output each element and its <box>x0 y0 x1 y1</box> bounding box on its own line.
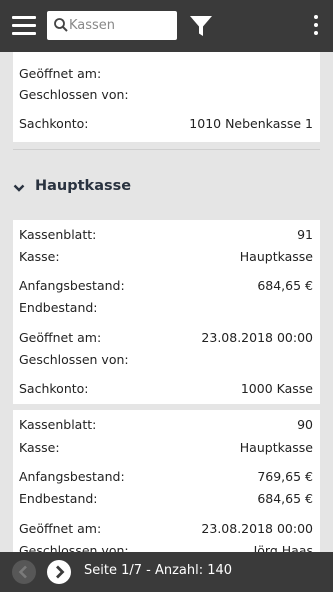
register-label: Kasse: <box>19 249 60 264</box>
register-list[interactable]: Geöffnet am: Geschlossen von: Sachkonto:… <box>0 52 333 552</box>
sheet-row: Kassenblatt: 91 <box>19 225 313 245</box>
closed-by-value: Jörg Haas <box>253 543 313 552</box>
ending-balance-label: Endbestand: <box>19 491 98 506</box>
sheet-value: 91 <box>297 227 313 242</box>
opening-balance-value: 684,65 € <box>257 278 313 293</box>
funnel-icon[interactable] <box>189 14 213 38</box>
ending-balance-row: Endbestand: <box>19 298 313 318</box>
chevron-right-icon <box>56 565 65 579</box>
account-value: 1000 Kasse <box>240 381 313 396</box>
opened-value: 23.08.2018 00:00 <box>201 330 313 345</box>
opened-label: Geöffnet am: <box>19 330 102 345</box>
opened-row: Geöffnet am: <box>19 64 313 84</box>
opened-row: Geöffnet am: 23.08.2018 00:00 <box>19 328 313 348</box>
previous-page-button <box>12 560 36 584</box>
ending-balance-value: 684,65 € <box>257 491 313 506</box>
account-label: Sachkonto: <box>19 381 89 396</box>
register-value: Hauptkasse <box>239 440 313 455</box>
page-info: Seite 1/7 - Anzahl: 140 <box>84 563 233 578</box>
register-label: Kasse: <box>19 440 60 455</box>
account-label: Sachkonto: <box>19 116 89 131</box>
opening-balance-row: Anfangsbestand: 684,65 € <box>19 276 313 296</box>
closed-by-label: Geschlossen von: <box>19 87 129 102</box>
closed-by-label: Geschlossen von: <box>19 352 129 367</box>
next-page-button[interactable] <box>47 560 71 584</box>
sheet-row: Kassenblatt: 90 <box>19 415 313 435</box>
chevron-left-icon <box>18 565 27 579</box>
sheet-label: Kassenblatt: <box>19 227 97 242</box>
opened-value: 23.08.2018 00:00 <box>201 521 313 536</box>
opening-balance-label: Anfangsbestand: <box>19 278 125 293</box>
closed-by-row: Geschlossen von: <box>19 350 313 370</box>
ending-balance-row: Endbestand: 684,65 € <box>19 489 313 509</box>
magnifier-icon <box>54 18 68 32</box>
account-row: Sachkonto: 1010 Nebenkasse 1 <box>19 114 313 134</box>
ending-balance-label: Endbestand: <box>19 300 98 315</box>
opened-row: Geöffnet am: 23.08.2018 00:00 <box>19 519 313 539</box>
pagination-bar: Seite 1/7 - Anzahl: 140 <box>0 552 333 592</box>
register-card-previous[interactable]: Geöffnet am: Geschlossen von: Sachkonto:… <box>13 52 320 142</box>
hamburger-menu-icon[interactable] <box>12 14 36 36</box>
sheet-value: 90 <box>297 417 313 432</box>
closed-by-label: Geschlossen von: <box>19 543 129 552</box>
search-input[interactable] <box>69 14 171 36</box>
chevron-down-icon <box>13 184 25 192</box>
register-row: Kasse: Hauptkasse <box>19 438 313 458</box>
divider <box>13 149 320 150</box>
account-value: 1010 Nebenkasse 1 <box>189 116 313 131</box>
opened-label: Geöffnet am: <box>19 66 102 81</box>
opening-balance-value: 769,65 € <box>257 469 313 484</box>
vertical-dots-icon[interactable] <box>311 13 321 39</box>
closed-by-row: Geschlossen von: <box>19 85 313 105</box>
register-row: Kasse: Hauptkasse <box>19 247 313 267</box>
register-value: Hauptkasse <box>239 249 313 264</box>
account-row: Sachkonto: 1000 Kasse <box>19 379 313 399</box>
register-card[interactable]: Kassenblatt: 91 Kasse: Hauptkasse Anfang… <box>13 220 320 404</box>
register-card[interactable]: Kassenblatt: 90 Kasse: Hauptkasse Anfang… <box>13 410 320 552</box>
section-title: Hauptkasse <box>35 178 132 194</box>
closed-by-row: Geschlossen von: Jörg Haas <box>19 541 313 552</box>
search-box[interactable] <box>47 11 177 40</box>
opening-balance-row: Anfangsbestand: 769,65 € <box>19 467 313 487</box>
sheet-label: Kassenblatt: <box>19 417 97 432</box>
app-toolbar <box>0 0 333 52</box>
opened-label: Geöffnet am: <box>19 521 102 536</box>
opening-balance-label: Anfangsbestand: <box>19 469 125 484</box>
